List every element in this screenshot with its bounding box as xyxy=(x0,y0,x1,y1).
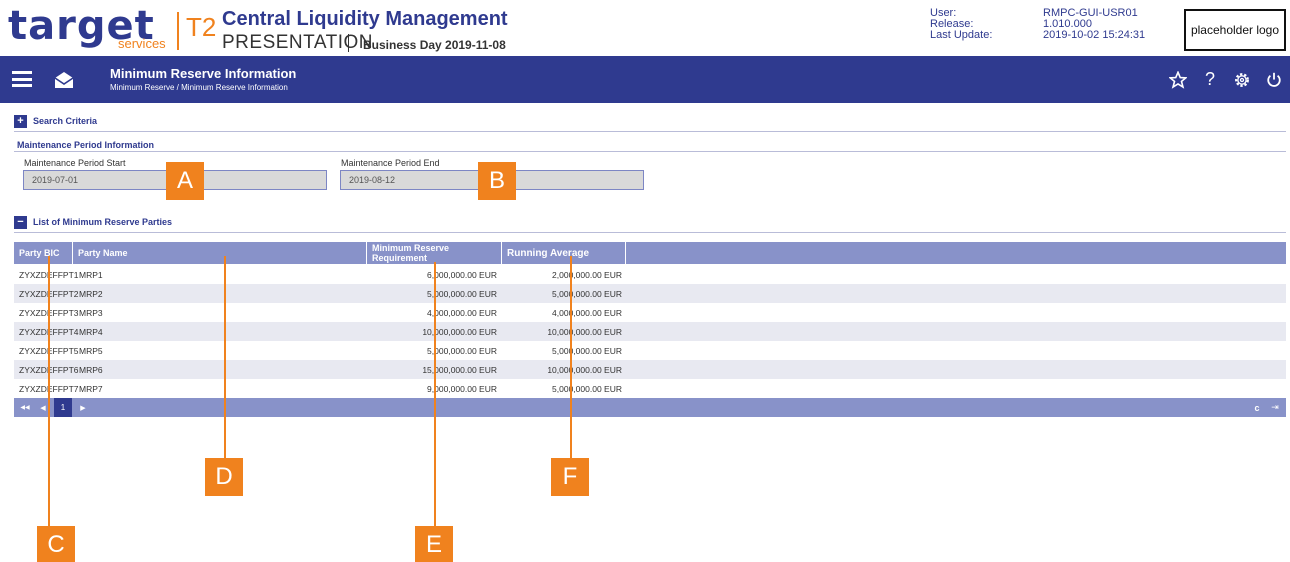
breadcrumb[interactable]: Minimum Reserve / Minimum Reserve Inform… xyxy=(110,83,288,92)
requirement-cell: 10,000,000.00 EUR xyxy=(422,326,497,337)
power-icon[interactable] xyxy=(1258,56,1290,103)
callout-d-pointer xyxy=(224,256,226,462)
logo-divider xyxy=(177,12,179,50)
period-end-label: Maintenance Period End xyxy=(341,158,440,168)
search-criteria-header[interactable]: + Search Criteria xyxy=(14,114,97,128)
table-pager: ◀◀ ◀ 1 ▶ c ⇥ xyxy=(14,398,1286,417)
requirement-cell: 5,000,000.00 EUR xyxy=(427,288,497,299)
star-icon[interactable] xyxy=(1162,56,1194,103)
page-number-current[interactable]: 1 xyxy=(54,398,72,417)
requirement-cell: 4,000,000.00 EUR xyxy=(427,307,497,318)
table-row[interactable]: ZYXZDEFFPT7 MRP7 9,000,000.00 EUR 5,000,… xyxy=(14,379,1286,398)
list-section-title: List of Minimum Reserve Parties xyxy=(33,217,173,227)
table-row[interactable]: ZYXZDEFFPT2 MRP2 5,000,000.00 EUR 5,000,… xyxy=(14,284,1286,303)
refresh-icon[interactable]: c xyxy=(1250,398,1264,417)
running-average-cell: 10,000,000.00 EUR xyxy=(547,364,622,375)
requirement-cell: 9,000,000.00 EUR xyxy=(427,383,497,394)
navigation-bar: Minimum Reserve Information Minimum Rese… xyxy=(0,56,1290,103)
running-average-cell: 5,000,000.00 EUR xyxy=(552,288,622,299)
export-icon[interactable]: ⇥ xyxy=(1268,398,1282,417)
app-title: Central Liquidity Management xyxy=(222,8,508,30)
settings-icon[interactable] xyxy=(1226,56,1258,103)
menu-icon[interactable] xyxy=(12,71,32,87)
divider xyxy=(14,131,1286,132)
session-meta-labels: User: Release: Last Update: xyxy=(930,8,992,41)
environment-label: PRESENTATION xyxy=(222,32,373,53)
list-section-header[interactable]: − List of Minimum Reserve Parties xyxy=(14,215,172,229)
running-average-cell: 2,000,000.00 EUR xyxy=(552,269,622,280)
column-header-party-bic[interactable]: Party BIC xyxy=(14,242,73,264)
party-name-cell: MRP3 xyxy=(79,307,103,318)
running-average-cell: 10,000,000.00 EUR xyxy=(547,326,622,337)
envelope-icon[interactable] xyxy=(53,69,75,91)
target-services-label: services xyxy=(118,36,166,51)
last-update-label: Last Update: xyxy=(930,29,993,41)
requirement-cell: 5,000,000.00 EUR xyxy=(427,345,497,356)
running-average-cell: 5,000,000.00 EUR xyxy=(552,383,622,394)
column-header-party-name[interactable]: Party Name xyxy=(73,242,367,264)
running-average-cell: 5,000,000.00 EUR xyxy=(552,345,622,356)
party-name-cell: MRP7 xyxy=(79,383,103,394)
callout-a: A xyxy=(166,162,204,200)
requirement-cell: 6,000,000.00 EUR xyxy=(427,269,497,280)
party-name-cell: MRP4 xyxy=(79,326,103,337)
table-row[interactable]: ZYXZDEFFPT3 MRP3 4,000,000.00 EUR 4,000,… xyxy=(14,303,1286,322)
session-meta-values: RMPC-GUI-USR01 1.010.000 2019-10-02 15:2… xyxy=(1043,8,1145,41)
party-name-cell: MRP2 xyxy=(79,288,103,299)
period-start-label: Maintenance Period Start xyxy=(24,158,126,168)
t2-logo: T2 xyxy=(186,12,217,42)
last-update-value: 2019-10-02 15:24:31 xyxy=(1043,29,1146,41)
help-icon[interactable]: ? xyxy=(1194,56,1226,103)
callout-f-pointer xyxy=(570,256,572,462)
table-row[interactable]: ZYXZDEFFPT6 MRP6 15,000,000.00 EUR 10,00… xyxy=(14,360,1286,379)
party-name-cell: MRP5 xyxy=(79,345,103,356)
page-title: Minimum Reserve Information xyxy=(110,66,297,81)
table-row[interactable]: ZYXZDEFFPT5 MRP5 5,000,000.00 EUR 5,000,… xyxy=(14,341,1286,360)
callout-d: D xyxy=(205,458,243,496)
callout-c: C xyxy=(37,526,75,562)
column-header-min-reserve[interactable]: Minimum Reserve Requirement xyxy=(367,242,502,264)
top-header: target services T2 Central Liquidity Man… xyxy=(0,0,1290,56)
running-average-cell: 4,000,000.00 EUR xyxy=(552,307,622,318)
callout-e: E xyxy=(415,526,453,562)
column-header-running-average[interactable]: Running Average xyxy=(502,242,626,264)
party-name-cell: MRP6 xyxy=(79,364,103,375)
requirement-cell: 15,000,000.00 EUR xyxy=(422,364,497,375)
environment-divider xyxy=(348,34,349,52)
search-criteria-title: Search Criteria xyxy=(33,116,98,126)
table-header: Party BIC Party Name Minimum Reserve Req… xyxy=(14,242,1286,264)
divider xyxy=(14,151,1286,152)
callout-b: B xyxy=(478,162,516,200)
maintenance-period-title: Maintenance Period Information xyxy=(17,140,155,150)
callout-e-pointer xyxy=(434,262,436,530)
first-page-button[interactable]: ◀◀ xyxy=(18,398,32,417)
callout-f: F xyxy=(551,458,589,496)
collapse-list-button[interactable]: − xyxy=(14,215,27,229)
divider xyxy=(14,232,1286,233)
table-row[interactable]: ZYXZDEFFPT1 MRP1 6,000,000.00 EUR 2,000,… xyxy=(14,265,1286,284)
placeholder-logo: placeholder logo xyxy=(1184,9,1286,51)
expand-search-criteria-button[interactable]: + xyxy=(14,114,27,128)
next-page-button[interactable]: ▶ xyxy=(76,398,90,417)
nav-action-icons: ? xyxy=(1162,56,1290,103)
party-name-cell: MRP1 xyxy=(79,269,103,280)
business-day: Business Day 2019-11-08 xyxy=(363,38,506,52)
callout-c-pointer xyxy=(48,256,50,530)
table-row[interactable]: ZYXZDEFFPT4 MRP4 10,000,000.00 EUR 10,00… xyxy=(14,322,1286,341)
